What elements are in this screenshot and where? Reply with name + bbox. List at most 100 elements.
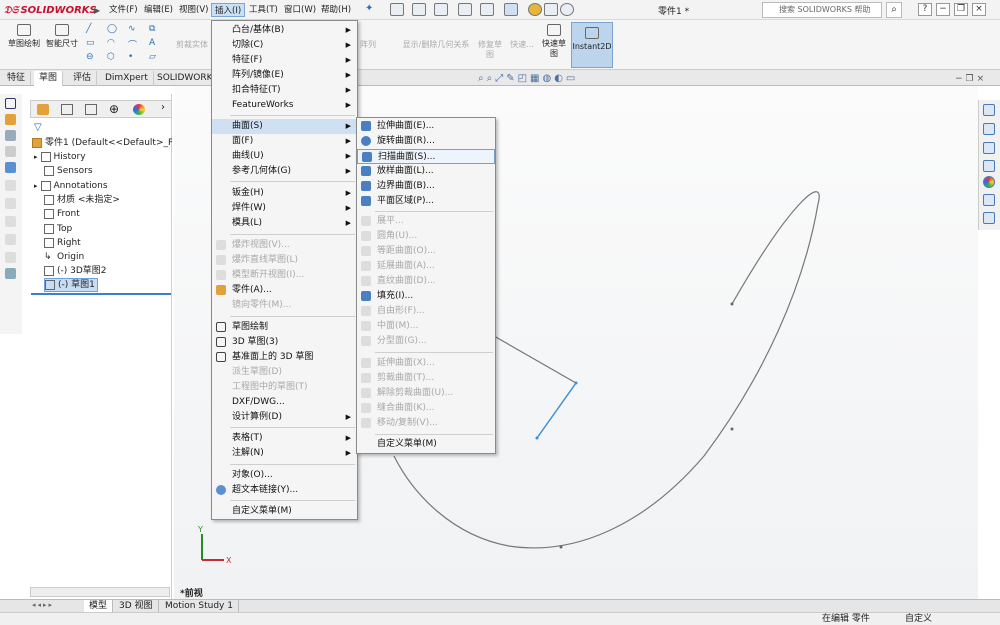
slot-icon[interactable]: ⊖ bbox=[86, 52, 107, 66]
surface-menu-item[interactable]: 自定义菜单(M) bbox=[357, 437, 495, 452]
insert-menu-item[interactable]: 特征(F) ▶ bbox=[212, 53, 357, 68]
expand-arrow-icon[interactable]: ▸ bbox=[34, 150, 38, 164]
surface-menu-item[interactable]: 旋转曲面(R)... bbox=[357, 134, 495, 149]
surface-menu-item[interactable]: 填充(I)... bbox=[357, 289, 495, 304]
select-icon[interactable] bbox=[504, 3, 518, 16]
home-icon[interactable] bbox=[983, 104, 995, 116]
tree-item-3dsketch2[interactable]: (-) 3D草图2 bbox=[44, 264, 107, 278]
tree-item-origin[interactable]: ↳ Origin bbox=[44, 250, 84, 264]
drawing-icon[interactable] bbox=[5, 162, 16, 173]
line-icon[interactable]: ╱ bbox=[86, 24, 107, 38]
help-icon[interactable]: ? bbox=[918, 3, 932, 16]
expand-arrow-icon[interactable]: ▶ bbox=[94, 6, 100, 15]
appearances-icon[interactable] bbox=[983, 176, 995, 188]
chevron-right-icon[interactable]: › bbox=[161, 102, 165, 113]
tab-3d-views[interactable]: 3D 视图 bbox=[114, 600, 159, 612]
custom-properties-icon[interactable] bbox=[983, 194, 995, 206]
design-library-icon[interactable] bbox=[983, 123, 995, 135]
tab-scroll-arrows-icon[interactable]: ◂◂▸▸ bbox=[32, 601, 54, 609]
restore-button[interactable]: ❐ bbox=[954, 3, 968, 16]
insert-menu-item[interactable]: 阵列/镜像(E) ▶ bbox=[212, 68, 357, 83]
polygon-icon[interactable]: ⬡ bbox=[107, 52, 128, 66]
heads-up-toolbar[interactable]: ⌕⌕⤢✎◰▦◍◐▭ bbox=[478, 73, 578, 84]
fillet-icon[interactable]: ⌒ bbox=[128, 38, 149, 52]
insert-menu-item[interactable]: 零件(A)... bbox=[212, 283, 357, 298]
tab-motion-study[interactable]: Motion Study 1 bbox=[160, 600, 239, 612]
insert-menu-item[interactable]: 表格(T) ▶ bbox=[212, 431, 357, 446]
tab-dimxpert[interactable]: DimXpert bbox=[100, 71, 154, 86]
insert-menu-item[interactable]: 凸台/基体(B) ▶ bbox=[212, 23, 357, 38]
property-manager-icon[interactable] bbox=[61, 104, 73, 115]
insert-menu-item[interactable]: 自定义菜单(M) bbox=[212, 504, 357, 519]
surface-menu-item[interactable]: 拉伸曲面(E)... bbox=[357, 119, 495, 134]
insert-menu-item[interactable]: 模具(L) ▶ bbox=[212, 216, 357, 231]
help-search-input[interactable]: 搜索 SOLIDWORKS 帮助 bbox=[762, 2, 882, 18]
dimxpert-manager-icon[interactable]: ⊕ bbox=[109, 102, 119, 116]
trim-entities-button[interactable]: 剪裁实体 bbox=[174, 40, 210, 50]
tree-item-right-plane[interactable]: Right bbox=[44, 236, 81, 250]
menu-edit[interactable]: 编辑(E) bbox=[141, 3, 176, 17]
save-icon[interactable] bbox=[434, 3, 448, 16]
rebuild-icon[interactable] bbox=[544, 3, 558, 16]
menu-help[interactable]: 帮助(H) bbox=[318, 3, 354, 17]
arc-icon[interactable]: ◠ bbox=[107, 38, 128, 52]
menu-insert[interactable]: 插入(I) bbox=[211, 3, 246, 17]
tree-item-top-plane[interactable]: Top bbox=[44, 222, 72, 236]
pin-icon[interactable]: ✦ bbox=[365, 3, 373, 14]
repair-sketch-button[interactable]: 修复草图 bbox=[476, 40, 504, 60]
undo-icon[interactable] bbox=[480, 3, 494, 16]
print-icon[interactable] bbox=[458, 3, 472, 16]
mirror-icon[interactable]: ⧉ bbox=[149, 24, 170, 38]
assembly-icon[interactable] bbox=[5, 146, 16, 157]
open-icon[interactable] bbox=[412, 3, 426, 16]
expand-arrow-icon[interactable]: ▸ bbox=[34, 179, 38, 193]
forum-icon[interactable] bbox=[983, 212, 995, 224]
tree-item-sketch1[interactable]: (-) 草图1 bbox=[44, 278, 98, 292]
tab-model[interactable]: 模型 bbox=[84, 600, 114, 612]
rectangle-icon[interactable]: ▭ bbox=[86, 38, 107, 52]
point-icon[interactable]: • bbox=[128, 52, 149, 66]
menu-window[interactable]: 窗口(W) bbox=[281, 3, 319, 17]
menu-tools[interactable]: 工具(T) bbox=[246, 3, 281, 17]
surface-menu-item[interactable]: 平面区域(P)... bbox=[357, 194, 495, 209]
instant3d-icon[interactable] bbox=[5, 268, 16, 279]
horizontal-scrollbar[interactable] bbox=[30, 587, 170, 597]
traffic-light-icon[interactable] bbox=[528, 3, 542, 16]
tree-item-history[interactable]: ▸ History bbox=[34, 150, 86, 164]
file-explorer-icon[interactable] bbox=[983, 142, 995, 154]
insert-menu-item[interactable]: 钣金(H) ▶ bbox=[212, 186, 357, 201]
display-manager-icon[interactable] bbox=[133, 104, 145, 115]
close-button[interactable]: × bbox=[972, 3, 986, 16]
insert-menu-item[interactable]: FeatureWorks ▶ bbox=[212, 98, 357, 113]
insert-menu-item[interactable]: 扣合特征(T) ▶ bbox=[212, 83, 357, 98]
surface-menu-item[interactable]: 边界曲面(B)... bbox=[357, 179, 495, 194]
part-icon[interactable] bbox=[5, 130, 16, 141]
text-icon[interactable]: A bbox=[149, 38, 170, 52]
configuration-manager-icon[interactable] bbox=[85, 104, 97, 115]
insert-menu-item[interactable]: 面(F) ▶ bbox=[212, 134, 357, 149]
insert-menu-item[interactable]: 注解(N) ▶ bbox=[212, 446, 357, 461]
tab-sketch[interactable]: 草图 bbox=[34, 71, 64, 86]
insert-menu-item[interactable]: 设计算例(D) ▶ bbox=[212, 410, 357, 425]
feature-icon[interactable] bbox=[5, 114, 16, 125]
minimize-button[interactable]: − bbox=[936, 3, 950, 16]
tree-item-material[interactable]: 材质 <未指定> bbox=[44, 193, 120, 207]
instant2d-button[interactable]: Instant2D bbox=[571, 22, 613, 68]
new-icon[interactable] bbox=[390, 3, 404, 16]
pattern-button[interactable]: 阵列 bbox=[358, 40, 378, 50]
menu-file[interactable]: 文件(F) bbox=[106, 3, 141, 17]
rapid-sketch-button[interactable]: 快速草图 bbox=[540, 24, 568, 59]
smart-dimension-button[interactable]: 智能尺寸 bbox=[44, 24, 80, 49]
solidworks-logo[interactable]: 𝔇𝔖 SOLIDWORKS bbox=[4, 2, 97, 18]
insert-menu-item[interactable]: 草图绘制 bbox=[212, 320, 357, 335]
status-units-custom[interactable]: 自定义 bbox=[905, 613, 932, 625]
tree-item-front-plane[interactable]: Front bbox=[44, 207, 80, 221]
spline-icon[interactable]: ∿ bbox=[128, 24, 149, 38]
sketch-button[interactable]: 草图绘制 bbox=[6, 24, 42, 49]
tree-item-annotations[interactable]: ▸ Annotations bbox=[34, 179, 108, 193]
plane-icon[interactable]: ▱ bbox=[149, 52, 170, 66]
insert-menu-item[interactable]: DXF/DWG... bbox=[212, 395, 357, 410]
feature-tree-icon[interactable] bbox=[37, 104, 49, 115]
insert-menu-item[interactable]: 3D 草图(3) bbox=[212, 335, 357, 350]
view-window-controls[interactable]: −❐× bbox=[955, 74, 987, 84]
